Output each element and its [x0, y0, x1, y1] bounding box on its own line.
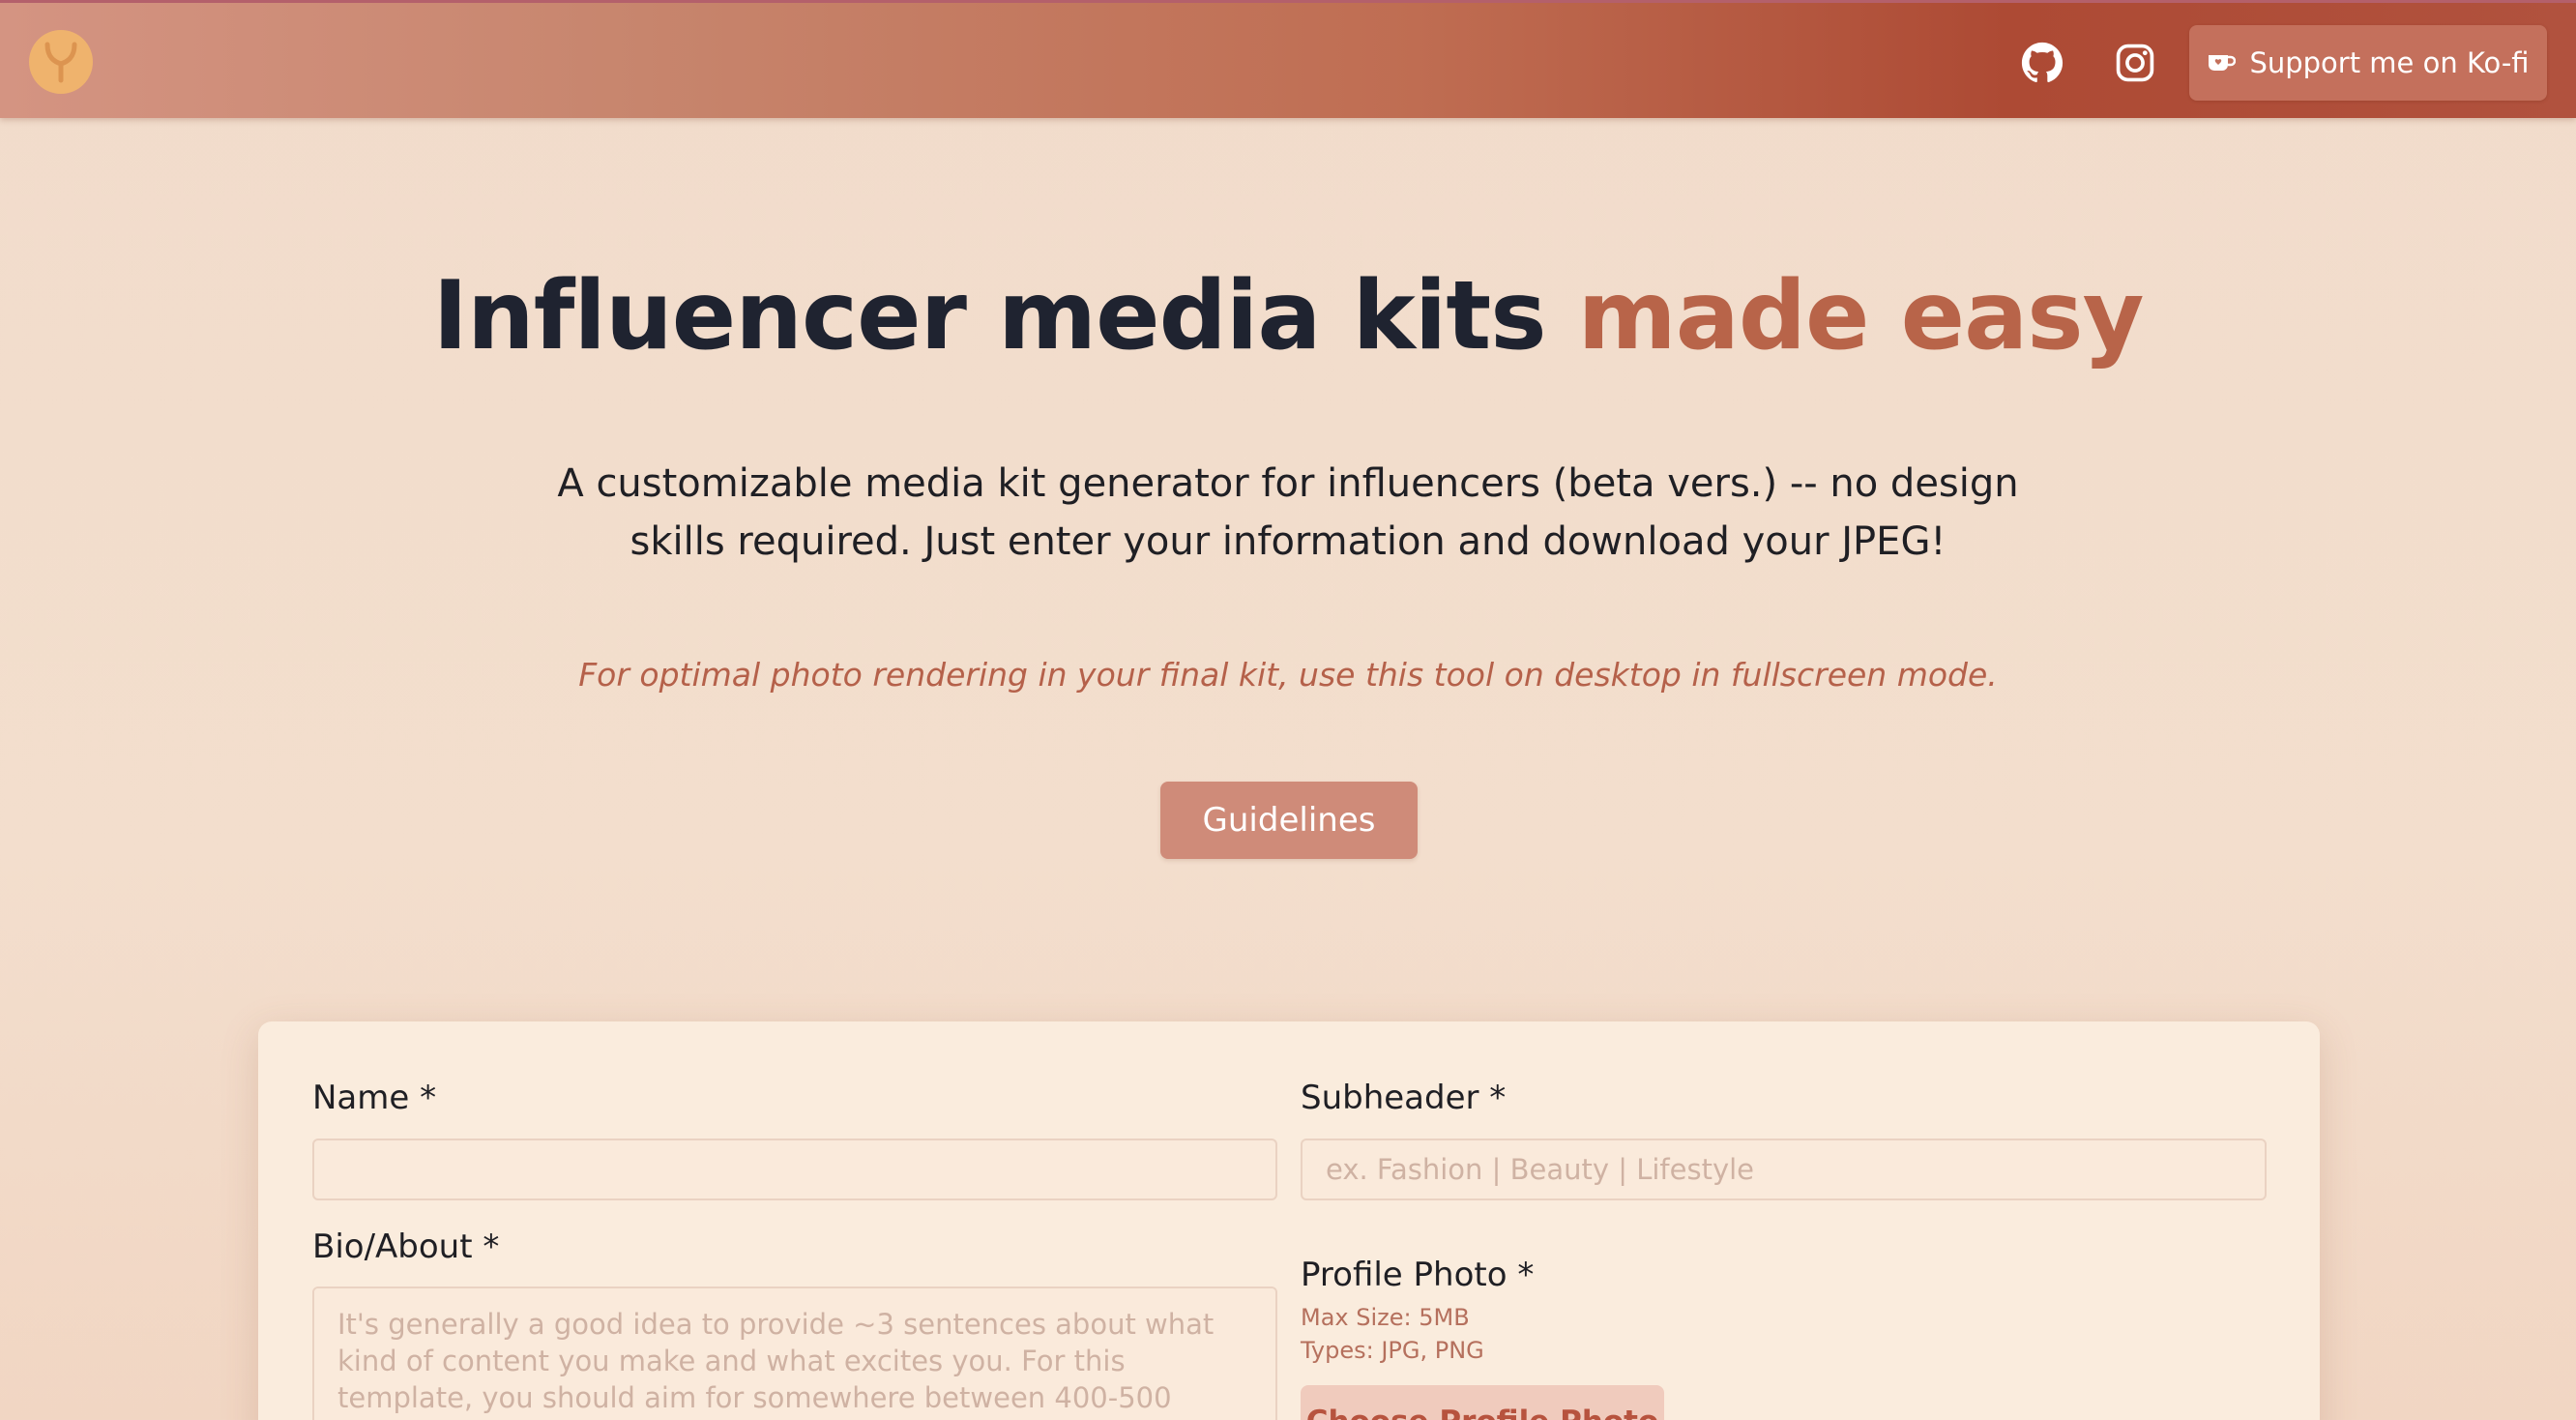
instagram-icon[interactable]	[2114, 42, 2156, 84]
kofi-label: Support me on Ko-fi	[2249, 46, 2530, 79]
subheader-label: Subheader *	[1301, 1079, 1507, 1117]
y-logo-icon[interactable]	[29, 30, 93, 94]
title-main: Influencer media kits	[432, 261, 1578, 371]
page-title: Influencer media kits made easy	[0, 261, 2576, 371]
photo-types: Types: JPG, PNG	[1301, 1337, 1484, 1364]
github-icon[interactable]	[2021, 42, 2064, 84]
desktop-note: For optimal photo rendering in your fina…	[578, 656, 1998, 694]
guidelines-button[interactable]: Guidelines	[1160, 782, 1418, 859]
kofi-support-button[interactable]: Support me on Ko-fi	[2189, 25, 2547, 101]
name-label: Name *	[312, 1079, 437, 1117]
bio-label: Bio/About *	[312, 1228, 500, 1266]
title-accent: made easy	[1577, 261, 2145, 371]
choose-profile-photo-button[interactable]: Choose Profile Photo	[1301, 1385, 1664, 1420]
photo-max-size: Max Size: 5MB	[1301, 1304, 1470, 1331]
bio-textarea[interactable]	[312, 1287, 1277, 1420]
name-input[interactable]	[312, 1139, 1277, 1200]
profile-photo-label: Profile Photo *	[1301, 1256, 1535, 1294]
coffee-cup-icon	[2209, 55, 2237, 71]
subheader-input[interactable]	[1301, 1139, 2267, 1200]
y-logo-glyph	[44, 42, 77, 83]
top-navbar: Support me on Ko-fi	[0, 0, 2576, 118]
hero-subtitle: A customizable media kit generator for i…	[557, 461, 2019, 564]
